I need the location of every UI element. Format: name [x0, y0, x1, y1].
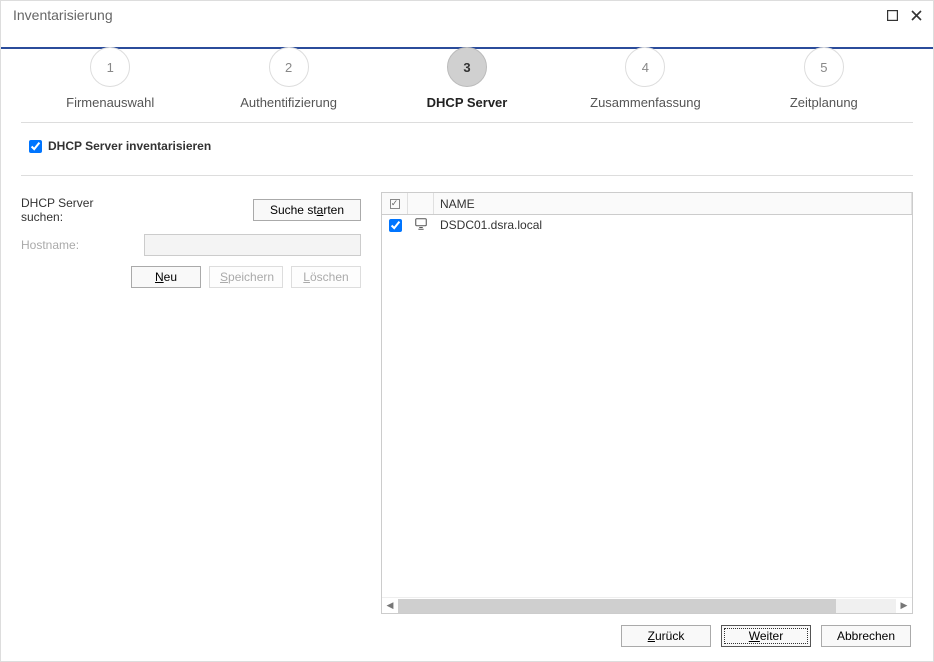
- hostname-input: [144, 234, 361, 256]
- scroll-left-icon[interactable]: ◀: [382, 598, 398, 614]
- computer-icon: [414, 217, 428, 234]
- column-header-name[interactable]: NAME: [434, 193, 912, 214]
- window-title: Inventarisierung: [13, 7, 113, 23]
- row-checkbox[interactable]: [389, 219, 402, 232]
- step-2-label: Authentifizierung: [199, 95, 377, 110]
- delete-button: Löschen: [291, 266, 361, 288]
- step-5-label: Zeitplanung: [735, 95, 913, 110]
- step-5-circle[interactable]: 5: [804, 47, 844, 87]
- wizard-stepper: 1 2 3 4 5: [1, 27, 933, 87]
- step-1-label: Firmenauswahl: [21, 95, 199, 110]
- step-1-circle[interactable]: 1: [90, 47, 130, 87]
- row-name: DSDC01.dsra.local: [434, 216, 912, 234]
- hostname-label: Hostname:: [21, 238, 136, 252]
- close-icon[interactable]: [909, 8, 923, 22]
- inventory-dhcp-label: DHCP Server inventarisieren: [48, 139, 211, 153]
- step-3-circle[interactable]: 3: [447, 47, 487, 87]
- column-header-check[interactable]: ✓: [382, 193, 408, 214]
- start-search-button[interactable]: Suche starten: [253, 199, 361, 221]
- next-button[interactable]: Weiter: [721, 625, 811, 647]
- step-4-circle[interactable]: 4: [625, 47, 665, 87]
- back-button[interactable]: Zurück: [621, 625, 711, 647]
- search-label: DHCP Server suchen:: [21, 196, 136, 224]
- step-3-label: DHCP Server: [378, 95, 556, 110]
- step-2-circle[interactable]: 2: [269, 47, 309, 87]
- save-button: Speichern: [209, 266, 283, 288]
- scroll-right-icon[interactable]: ▶: [896, 598, 912, 614]
- column-header-icon: [408, 193, 434, 214]
- horizontal-scrollbar[interactable]: ◀ ▶: [382, 597, 912, 613]
- cancel-button[interactable]: Abbrechen: [821, 625, 911, 647]
- inventory-dhcp-checkbox[interactable]: [29, 140, 42, 153]
- step-4-label: Zusammenfassung: [556, 95, 734, 110]
- server-table: ✓ NAME: [381, 192, 913, 614]
- new-button[interactable]: Neu: [131, 266, 201, 288]
- maximize-icon[interactable]: [885, 8, 899, 22]
- table-row[interactable]: DSDC01.dsra.local: [382, 215, 912, 235]
